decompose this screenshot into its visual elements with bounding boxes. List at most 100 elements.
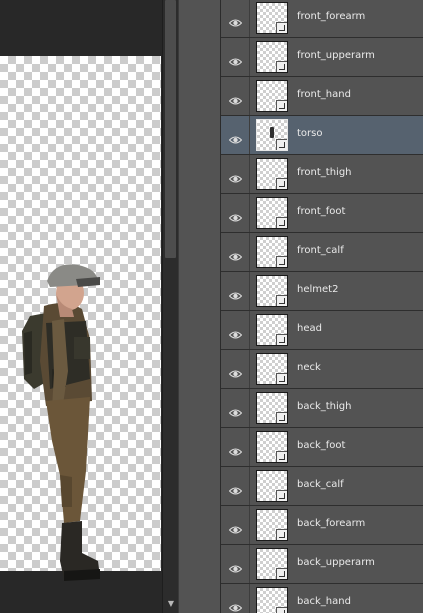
eye-icon[interactable]	[228, 208, 243, 222]
visibility-toggle[interactable]	[221, 428, 250, 466]
layer-thumbnail[interactable]	[256, 353, 288, 385]
eye-icon[interactable]	[228, 247, 243, 261]
layers-panel[interactable]: front_forearm front_upperarm front_handtor…	[220, 0, 423, 613]
visibility-toggle[interactable]	[221, 116, 250, 154]
eye-icon[interactable]	[228, 130, 243, 144]
visibility-toggle[interactable]	[221, 272, 250, 310]
layer-row[interactable]: back_hand	[221, 584, 423, 613]
layer-name[interactable]: front_forearm	[297, 11, 365, 22]
layer-row[interactable]: torso	[221, 116, 423, 155]
layer-name[interactable]: back_upperarm	[297, 557, 375, 568]
layer-name[interactable]: front_foot	[297, 206, 345, 217]
layer-name[interactable]: back_hand	[297, 596, 351, 607]
layer-name[interactable]: torso	[297, 128, 322, 139]
eye-icon[interactable]	[228, 13, 243, 27]
visibility-toggle[interactable]	[221, 155, 250, 193]
smart-object-icon	[276, 295, 287, 306]
layer-thumbnail[interactable]	[256, 80, 288, 112]
layer-name[interactable]: front_upperarm	[297, 50, 375, 61]
eye-icon[interactable]	[228, 520, 243, 534]
eye-icon[interactable]	[228, 364, 243, 378]
layer-row[interactable]: back_calf	[221, 467, 423, 506]
layer-row[interactable]: back_foot	[221, 428, 423, 467]
layer-name[interactable]: head	[297, 323, 322, 334]
layer-thumbnail[interactable]	[256, 236, 288, 268]
layer-thumbnail[interactable]	[256, 275, 288, 307]
layer-thumbnail[interactable]	[256, 470, 288, 502]
layer-name[interactable]: back_calf	[297, 479, 344, 490]
eye-icon[interactable]	[228, 598, 243, 612]
layer-thumbnail[interactable]	[256, 314, 288, 346]
eye-icon[interactable]	[228, 403, 243, 417]
layer-thumbnail[interactable]	[256, 392, 288, 424]
smart-object-icon	[276, 22, 287, 33]
visibility-toggle[interactable]	[221, 77, 250, 115]
smart-object-icon	[276, 490, 287, 501]
layer-thumbnail[interactable]	[256, 41, 288, 73]
soldier-figure	[22, 264, 100, 581]
layer-row[interactable]: neck	[221, 350, 423, 389]
visibility-toggle[interactable]	[221, 350, 250, 388]
layer-row[interactable]: front_calf	[221, 233, 423, 272]
eye-icon[interactable]	[228, 559, 243, 573]
eye-icon[interactable]	[228, 286, 243, 300]
eye-icon[interactable]	[228, 52, 243, 66]
layer-thumbnail[interactable]	[256, 2, 288, 34]
layer-row[interactable]: front_thigh	[221, 155, 423, 194]
smart-object-icon	[276, 334, 287, 345]
eye-icon[interactable]	[228, 169, 243, 183]
document-canvas[interactable]	[0, 56, 161, 581]
layer-name[interactable]: back_thigh	[297, 401, 352, 412]
layer-thumbnail[interactable]	[256, 431, 288, 463]
smart-object-icon	[276, 529, 287, 540]
eye-icon[interactable]	[228, 325, 243, 339]
layer-name[interactable]: front_hand	[297, 89, 351, 100]
layer-row[interactable]: back_thigh	[221, 389, 423, 428]
smart-object-icon	[276, 568, 287, 579]
visibility-toggle[interactable]	[221, 194, 250, 232]
visibility-toggle[interactable]	[221, 584, 250, 613]
layer-name[interactable]: back_forearm	[297, 518, 365, 529]
layer-row[interactable]: head	[221, 311, 423, 350]
layer-row[interactable]: helmet2	[221, 272, 423, 311]
smart-object-icon	[276, 178, 287, 189]
layer-name[interactable]: neck	[297, 362, 321, 373]
visibility-toggle[interactable]	[221, 389, 250, 427]
visibility-toggle[interactable]	[221, 311, 250, 349]
layer-name[interactable]: back_foot	[297, 440, 345, 451]
layer-row[interactable]: back_upperarm	[221, 545, 423, 584]
smart-object-icon	[276, 607, 287, 613]
canvas-vertical-scrollbar[interactable]: ▼	[162, 0, 178, 613]
visibility-toggle[interactable]	[221, 506, 250, 544]
layer-name[interactable]: front_calf	[297, 245, 344, 256]
panel-gutter	[178, 0, 220, 613]
layer-row[interactable]: front_forearm	[221, 0, 423, 38]
layer-thumbnail[interactable]	[256, 158, 288, 190]
eye-icon[interactable]	[228, 481, 243, 495]
layer-name[interactable]: front_thigh	[297, 167, 352, 178]
thumbnail-content	[270, 127, 274, 138]
layer-thumbnail[interactable]	[256, 119, 288, 151]
layer-row[interactable]: back_forearm	[221, 506, 423, 545]
eye-icon[interactable]	[228, 91, 243, 105]
visibility-toggle[interactable]	[221, 233, 250, 271]
layer-row[interactable]: front_foot	[221, 194, 423, 233]
layer-thumbnail[interactable]	[256, 587, 288, 613]
layer-row[interactable]: front_hand	[221, 77, 423, 116]
smart-object-icon	[276, 451, 287, 462]
canvas-area[interactable]	[0, 0, 178, 613]
smart-object-icon	[276, 100, 287, 111]
visibility-toggle[interactable]	[221, 467, 250, 505]
layer-thumbnail[interactable]	[256, 197, 288, 229]
layer-name[interactable]: helmet2	[297, 284, 338, 295]
visibility-toggle[interactable]	[221, 545, 250, 583]
eye-icon[interactable]	[228, 442, 243, 456]
smart-object-icon	[276, 412, 287, 423]
layer-thumbnail[interactable]	[256, 548, 288, 580]
visibility-toggle[interactable]	[221, 0, 250, 37]
layer-row[interactable]: front_upperarm	[221, 38, 423, 77]
scrollbar-thumb[interactable]	[165, 0, 176, 258]
scroll-down-arrow-icon[interactable]: ▼	[166, 600, 176, 608]
visibility-toggle[interactable]	[221, 38, 250, 76]
layer-thumbnail[interactable]	[256, 509, 288, 541]
